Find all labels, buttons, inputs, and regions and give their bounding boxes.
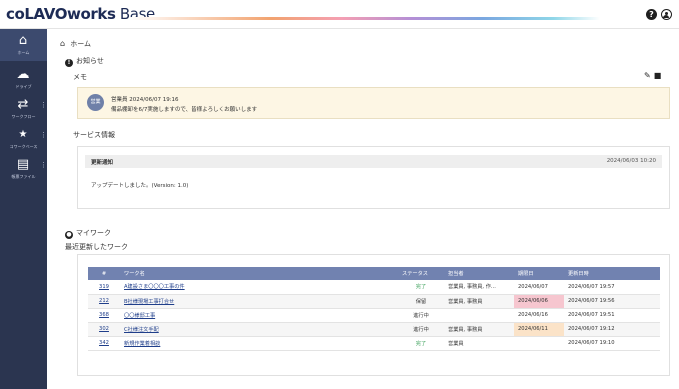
sidebar-item-label: コワークベース bbox=[9, 144, 38, 149]
service-header: 更新通知 2024/06/03 10:20 bbox=[85, 155, 662, 168]
sidebar-item-workflow[interactable]: ⇄ ワークフロー ⋮ bbox=[0, 93, 48, 125]
sidebar-item-label: ホーム bbox=[17, 50, 30, 55]
sidebar-item-label: ワークフロー bbox=[11, 114, 36, 119]
work-id-link[interactable]: 368 bbox=[99, 312, 109, 318]
service-head-title: 更新通知 bbox=[91, 160, 114, 166]
avatar: 営業 bbox=[87, 94, 104, 111]
col-assignee[interactable]: 担当者 bbox=[444, 267, 514, 280]
status-badge: 保留 bbox=[398, 294, 444, 309]
memo-message: 備品棚卸を6/7実施しますので、皆様よろしくお願いします bbox=[111, 107, 258, 113]
col-name[interactable]: ワーク名 bbox=[120, 267, 398, 280]
memo-card: 営業 営業員 2024/06/07 19:16 備品棚卸を6/7実施しますので、… bbox=[77, 87, 670, 119]
user-circle-icon: ● bbox=[65, 231, 73, 239]
memo-author-date: 営業員 2024/06/07 19:16 bbox=[111, 97, 179, 103]
memo-label: メモ bbox=[73, 73, 87, 81]
sidebar-item-home[interactable]: ⌂ ホーム bbox=[0, 29, 47, 61]
breadcrumb-home[interactable]: ホーム bbox=[70, 40, 91, 48]
deadline-cell: 2024/06/06 bbox=[514, 294, 564, 309]
table-header-row: # ワーク名 ステータス 担当者 期限日 更新日時 bbox=[88, 267, 660, 280]
table-row[interactable]: 319 A建設さま〇〇〇工事の件 完了 営業員, 事務員, 作... 2024/… bbox=[88, 280, 660, 295]
main-content: ⌂ ホーム ! お知らせ メモ ✎■ 営業 営業員 2024/06/07 19:1… bbox=[47, 29, 679, 389]
more-icon[interactable]: ⋮ bbox=[40, 132, 47, 139]
sidebar-item-label: 帳票ファイル bbox=[11, 174, 36, 179]
updated-cell: 2024/06/07 19:56 bbox=[564, 294, 660, 309]
trash-icon[interactable]: ■ bbox=[654, 71, 665, 80]
more-icon[interactable]: ⋮ bbox=[40, 102, 47, 109]
table-row[interactable]: 302 C社様注文手配 進行中 営業員, 事務員 2024/06/11 2024… bbox=[88, 322, 660, 337]
col-updated[interactable]: 更新日時 bbox=[564, 267, 660, 280]
cloud-icon: ☁ bbox=[16, 67, 30, 82]
home-icon[interactable]: ⌂ bbox=[60, 39, 68, 48]
home-icon: ⌂ bbox=[18, 33, 28, 48]
more-icon[interactable]: ⋮ bbox=[40, 162, 47, 169]
work-id-link[interactable]: 212 bbox=[99, 298, 109, 304]
assignee-cell: 営業員, 事務員 bbox=[444, 322, 514, 337]
table-row[interactable]: 342 新規作業着相談 完了 営業員 2024/06/07 19:10 bbox=[88, 336, 660, 351]
cowork-icon: ★ bbox=[18, 129, 28, 140]
mywork-subtitle: 最近更新したワーク bbox=[65, 243, 128, 251]
updated-cell: 2024/06/07 19:51 bbox=[564, 308, 660, 323]
deadline-cell bbox=[514, 336, 564, 351]
help-icon[interactable]: ? bbox=[646, 9, 657, 20]
assignee-cell: 営業員 bbox=[444, 336, 514, 351]
sidebar-item-cowork[interactable]: ★ コワークベース ⋮ bbox=[0, 123, 47, 155]
status-badge: 進行中 bbox=[398, 308, 444, 323]
app-header: coLAVOworks Base ? bbox=[0, 0, 679, 29]
status-badge: 完了 bbox=[398, 336, 444, 351]
memo-actions: ✎■ bbox=[644, 71, 664, 80]
sidebar: ⌂ ホーム ☁ ドライブ ⇄ ワークフロー ⋮ ★ コワークベース ⋮ ▤ 帳票… bbox=[0, 29, 47, 389]
assignee-cell: 営業員, 事務員 bbox=[444, 294, 514, 309]
work-id-link[interactable]: 302 bbox=[99, 326, 109, 332]
status-badge: 進行中 bbox=[398, 322, 444, 337]
mywork-card: # ワーク名 ステータス 担当者 期限日 更新日時 319 A建設さま〇〇〇工事… bbox=[77, 254, 670, 376]
work-table: # ワーク名 ステータス 担当者 期限日 更新日時 319 A建設さま〇〇〇工事… bbox=[88, 267, 660, 351]
work-name-link[interactable]: B社様現場工事打合せ bbox=[124, 299, 174, 305]
assignee-cell: 営業員, 事務員, 作... bbox=[444, 280, 514, 295]
col-id[interactable]: # bbox=[88, 267, 120, 280]
breadcrumb: ⌂ ホーム bbox=[60, 39, 91, 49]
notice-title: ! お知らせ bbox=[65, 56, 104, 67]
service-title: サービス情報 bbox=[73, 131, 115, 139]
sidebar-item-documents[interactable]: ▤ 帳票ファイル ⋮ bbox=[0, 153, 48, 185]
service-message: アップデートしました。(Version: 1.0) bbox=[91, 183, 189, 189]
work-name-link[interactable]: 新規作業着相談 bbox=[124, 341, 160, 347]
col-status[interactable]: ステータス bbox=[398, 267, 444, 280]
table-row[interactable]: 212 B社様現場工事打合せ 保留 営業員, 事務員 2024/06/06 20… bbox=[88, 294, 660, 309]
table-row[interactable]: 368 〇〇様邸工事 進行中 2024/06/16 2024/06/07 19:… bbox=[88, 308, 660, 323]
work-name-link[interactable]: 〇〇様邸工事 bbox=[124, 313, 155, 319]
edit-icon[interactable]: ✎ bbox=[644, 71, 654, 80]
service-date: 2024/06/03 10:20 bbox=[606, 158, 656, 164]
deadline-cell: 2024/06/11 bbox=[514, 322, 564, 337]
status-badge: 完了 bbox=[398, 280, 444, 295]
header-gradient-line bbox=[130, 17, 600, 20]
col-deadline[interactable]: 期限日 bbox=[514, 267, 564, 280]
work-name-link[interactable]: A建設さま〇〇〇工事の件 bbox=[124, 284, 185, 290]
service-card: 更新通知 2024/06/03 10:20 アップデートしました。(Versio… bbox=[77, 146, 670, 209]
logo-sub: Base bbox=[115, 5, 155, 23]
mywork-title: ● マイワーク bbox=[65, 229, 111, 239]
sidebar-item-label: ドライブ bbox=[15, 84, 32, 89]
user-icon[interactable] bbox=[661, 9, 672, 20]
work-name-link[interactable]: C社様注文手配 bbox=[124, 327, 159, 333]
assignee-cell bbox=[444, 308, 514, 323]
info-icon: ! bbox=[65, 59, 73, 67]
work-id-link[interactable]: 319 bbox=[99, 284, 109, 290]
sidebar-item-drive[interactable]: ☁ ドライブ bbox=[0, 63, 47, 95]
updated-cell: 2024/06/07 19:12 bbox=[564, 322, 660, 337]
app-logo[interactable]: coLAVOworks Base bbox=[6, 5, 155, 23]
work-id-link[interactable]: 342 bbox=[99, 340, 109, 346]
workflow-icon: ⇄ bbox=[17, 97, 29, 112]
deadline-cell: 2024/06/16 bbox=[514, 308, 564, 323]
updated-cell: 2024/06/07 19:10 bbox=[564, 336, 660, 351]
logo-main: coLAVOworks bbox=[6, 5, 116, 23]
deadline-cell: 2024/06/07 bbox=[514, 280, 564, 295]
documents-icon: ▤ bbox=[16, 157, 30, 172]
updated-cell: 2024/06/07 19:57 bbox=[564, 280, 660, 295]
